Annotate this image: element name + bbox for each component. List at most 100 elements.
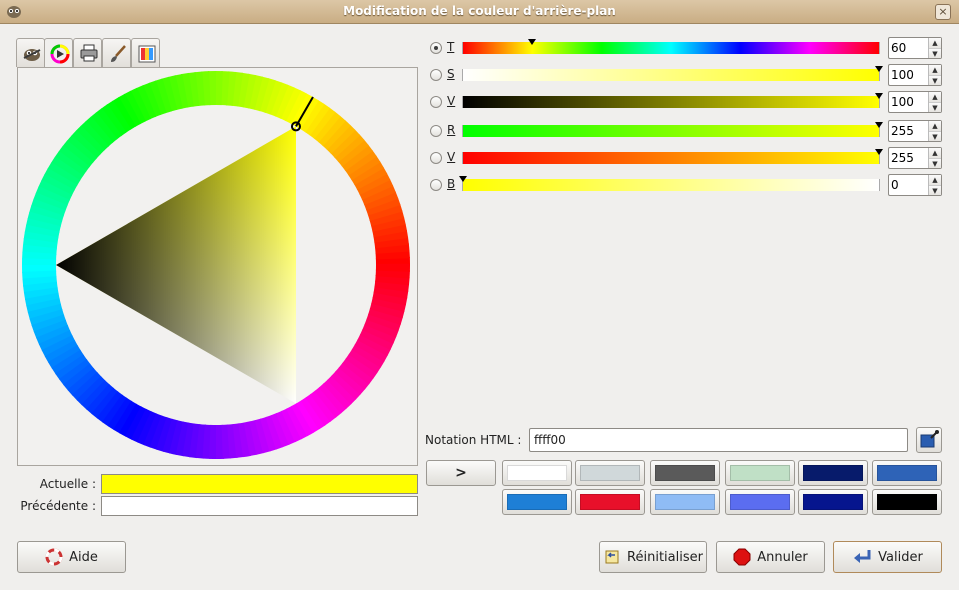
hue-ring-segment[interactable] — [375, 263, 410, 272]
channel-value-input[interactable] — [891, 150, 927, 166]
cancel-button-label: Annuler — [757, 549, 808, 565]
spin-up-arrow-icon[interactable]: ▲ — [929, 38, 941, 48]
sv-triangle-shade[interactable] — [56, 126, 297, 404]
current-color-label: Actuelle : — [39, 477, 96, 491]
channel-slider[interactable] — [462, 122, 883, 137]
channel-value-input[interactable] — [891, 177, 927, 193]
history-swatch[interactable] — [575, 489, 645, 515]
title-bar: Modification de la couleur d'arrière-pla… — [0, 0, 959, 24]
cancel-button[interactable]: Annuler — [716, 541, 825, 573]
channel-radio[interactable] — [430, 96, 442, 108]
tab-scales[interactable] — [131, 38, 160, 67]
eyedropper-icon — [920, 430, 939, 448]
channel-label: B — [447, 177, 456, 191]
channel-spinbutton[interactable]: ▲▼ — [888, 120, 942, 142]
spin-down-arrow-icon[interactable]: ▼ — [929, 185, 941, 195]
spin-down-arrow-icon[interactable]: ▼ — [929, 102, 941, 112]
html-notation-label: Notation HTML : — [425, 433, 522, 447]
history-swatch[interactable] — [575, 460, 645, 486]
channel-spinbutton[interactable]: ▲▼ — [888, 174, 942, 196]
tab-gimp[interactable] — [16, 38, 45, 67]
spin-down-arrow-icon[interactable]: ▼ — [929, 75, 941, 85]
channel-label: V — [447, 94, 456, 108]
channel-spinbutton[interactable]: ▲▼ — [888, 64, 942, 86]
channel-radio[interactable] — [430, 42, 442, 54]
history-swatch[interactable] — [725, 460, 795, 486]
slider-row-2: V ▲▼ — [428, 91, 942, 113]
tab-color-wheel[interactable] — [44, 38, 73, 68]
spin-down-arrow-icon[interactable]: ▼ — [929, 158, 941, 168]
spin-up-arrow-icon[interactable]: ▲ — [929, 148, 941, 158]
gimp-icon — [23, 49, 41, 61]
channel-slider[interactable] — [459, 176, 880, 191]
channel-value-input[interactable] — [891, 40, 927, 56]
tab-cmyk[interactable] — [73, 38, 102, 67]
ok-button[interactable]: Valider — [833, 541, 942, 573]
slider-row-4: V ▲▼ — [428, 147, 942, 169]
channel-slider[interactable] — [462, 149, 883, 164]
slider-marker[interactable] — [875, 93, 883, 99]
help-button[interactable]: Aide — [17, 541, 126, 573]
html-notation-input[interactable] — [529, 428, 908, 452]
history-swatch[interactable] — [872, 489, 942, 515]
hue-ring-triangle[interactable] — [18, 68, 417, 465]
channel-radio[interactable] — [430, 69, 442, 81]
reset-button[interactable]: Réinitialiser — [599, 541, 707, 573]
channel-radio[interactable] — [430, 179, 442, 191]
channel-label: T — [447, 40, 455, 54]
spin-up-arrow-icon[interactable]: ▲ — [929, 92, 941, 102]
help-button-label: Aide — [69, 549, 98, 565]
history-swatch[interactable] — [798, 489, 868, 515]
channel-spinbutton[interactable]: ▲▼ — [888, 147, 942, 169]
history-swatch[interactable] — [872, 460, 942, 486]
slider-marker[interactable] — [875, 122, 883, 128]
channel-value-input[interactable] — [891, 67, 927, 83]
history-swatch[interactable] — [650, 460, 720, 486]
ok-button-label: Valider — [878, 549, 923, 565]
channel-slider[interactable] — [462, 66, 883, 81]
channel-value-input[interactable] — [891, 94, 927, 110]
slider-marker[interactable] — [875, 66, 883, 72]
slider-marker[interactable] — [459, 176, 467, 182]
channel-spinbutton[interactable]: ▲▼ — [888, 91, 942, 113]
slider-row-1: S ▲▼ — [428, 64, 942, 86]
enter-arrow-icon — [854, 550, 871, 563]
channel-slider[interactable] — [462, 93, 883, 108]
color-wheel-panel[interactable] — [17, 67, 418, 466]
paintbrush-watercolor-icon — [111, 45, 126, 62]
spin-up-arrow-icon[interactable]: ▲ — [929, 121, 941, 131]
lifebuoy-icon — [45, 548, 63, 566]
channel-label: V — [447, 150, 456, 164]
close-button[interactable]: × — [935, 4, 951, 20]
history-swatch[interactable] — [725, 489, 795, 515]
tab-watercolor[interactable] — [102, 38, 131, 67]
spin-down-arrow-icon[interactable]: ▼ — [929, 131, 941, 141]
spin-up-arrow-icon[interactable]: ▲ — [929, 175, 941, 185]
reset-icon — [605, 550, 619, 564]
history-swatch[interactable] — [650, 489, 720, 515]
history-swatch[interactable] — [798, 460, 868, 486]
current-color-swatch — [101, 474, 418, 494]
history-swatch[interactable] — [502, 460, 572, 486]
channel-spinbutton[interactable]: ▲▼ — [888, 37, 942, 59]
channel-radio[interactable] — [430, 125, 442, 137]
slider-row-5: B ▲▼ — [428, 174, 942, 196]
printer-cmyk-icon — [80, 44, 98, 62]
add-to-history-button[interactable]: > — [426, 460, 496, 486]
previous-color-label: Précédente : — [20, 499, 96, 513]
spin-up-arrow-icon[interactable]: ▲ — [929, 65, 941, 75]
color-picker-button[interactable] — [916, 427, 942, 453]
channel-radio[interactable] — [430, 152, 442, 164]
history-swatch[interactable] — [502, 489, 572, 515]
spin-down-arrow-icon[interactable]: ▼ — [929, 48, 941, 58]
color-wheel-icon — [50, 44, 70, 64]
stop-icon — [733, 548, 751, 566]
reset-button-label: Réinitialiser — [627, 549, 703, 565]
slider-row-0: T ▲▼ — [428, 37, 942, 59]
slider-marker[interactable] — [875, 149, 883, 155]
slider-marker[interactable] — [528, 39, 537, 45]
channel-slider[interactable] — [462, 39, 880, 54]
slider-row-3: R ▲▼ — [428, 120, 942, 142]
previous-color-swatch[interactable] — [101, 496, 418, 516]
channel-value-input[interactable] — [891, 123, 927, 139]
